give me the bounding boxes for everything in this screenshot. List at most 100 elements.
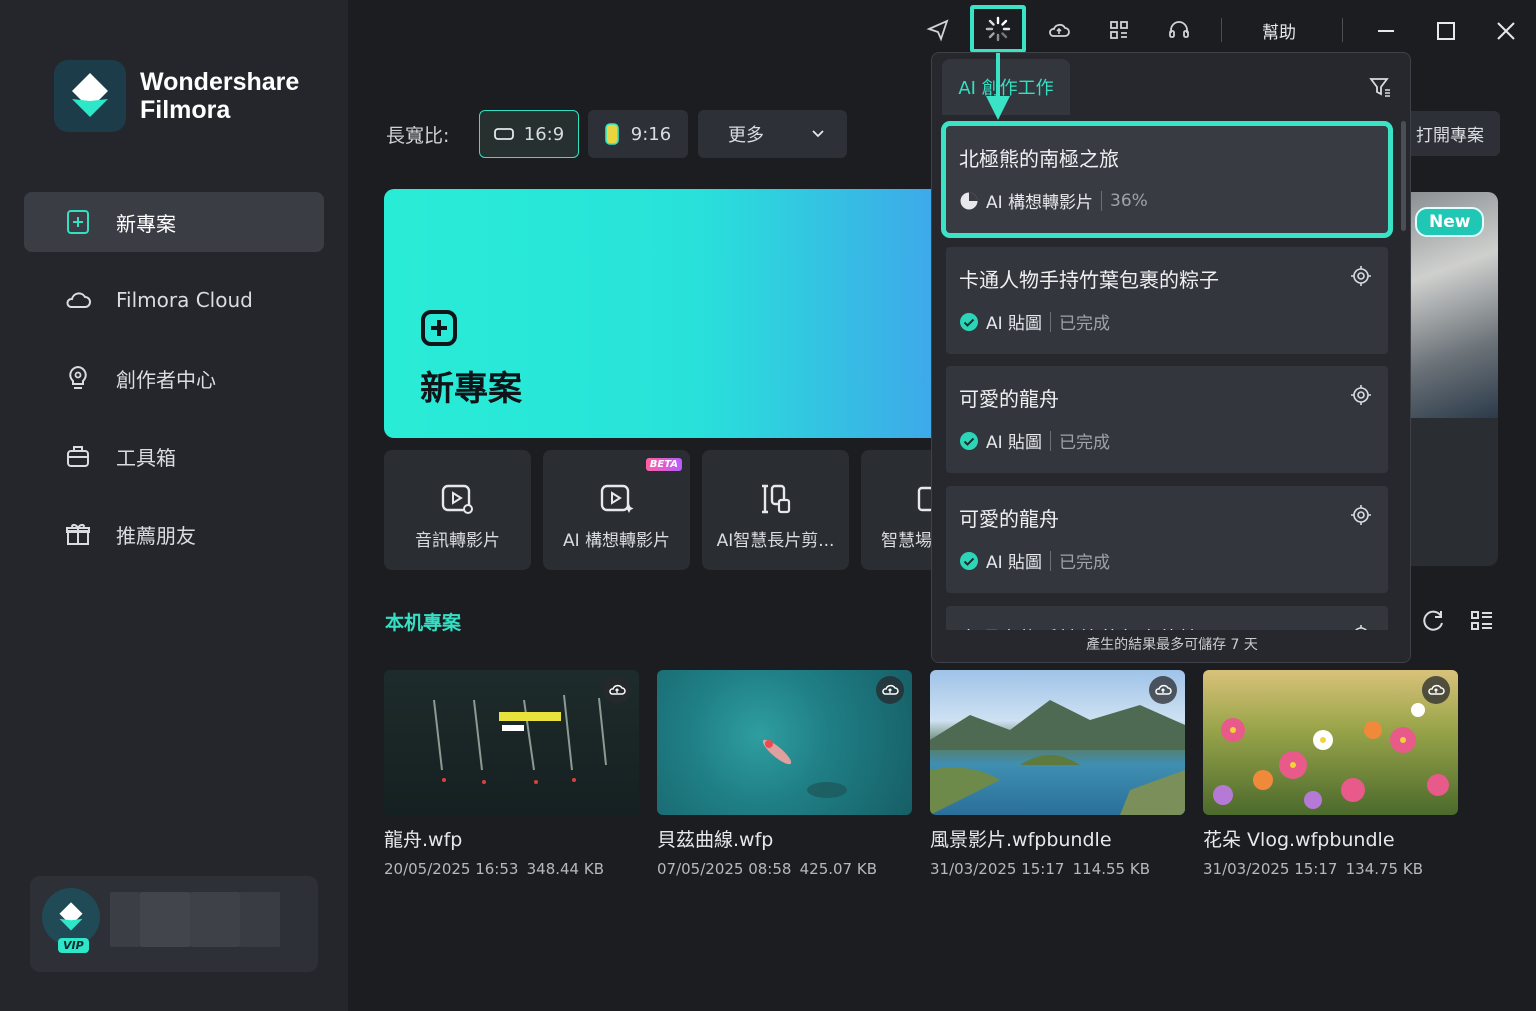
tool-label: 音訊轉影片 <box>415 531 500 551</box>
project-card[interactable]: 龍舟.wfp 20/05/2025 16:53 348.44 KB <box>384 670 639 878</box>
blurred-username-part <box>140 892 190 947</box>
add-project-icon <box>421 310 457 346</box>
vip-badge: VIP <box>58 938 89 953</box>
ai-idea-to-video-icon <box>600 484 633 513</box>
project-card[interactable]: 貝茲曲線.wfp 07/05/2025 08:58 425.07 KB <box>657 670 912 878</box>
project-card[interactable]: 花朵 Vlog.wfpbundle 31/03/2025 15:17 134.75… <box>1203 670 1458 878</box>
popup-scrollbar[interactable] <box>1401 121 1406 231</box>
ai-task-item[interactable]: 可愛的龍舟 AI 貼圖 已完成 <box>946 486 1388 593</box>
tool-audio-to-video[interactable]: 音訊轉影片 <box>384 450 531 570</box>
maximize-button[interactable] <box>1431 16 1461 46</box>
dragon-boat-thumbnail-art <box>433 694 607 784</box>
locate-icon[interactable] <box>1350 504 1372 526</box>
sidebar-item-cloud[interactable]: Filmora Cloud <box>24 270 324 330</box>
ai-tasks-button[interactable] <box>970 5 1026 53</box>
refresh-icon[interactable] <box>1420 608 1446 634</box>
project-name: 風景影片.wfpbundle <box>930 829 1112 851</box>
open-project-button[interactable]: 打開專案 <box>1400 111 1500 156</box>
sidebar-item-label: 創作者中心 <box>116 367 216 392</box>
tool-smart-scene[interactable]: 智慧場 <box>861 450 936 570</box>
progress-pie-icon <box>960 192 978 209</box>
help-menu[interactable]: 幫助 <box>1262 18 1296 43</box>
project-size: 425.07 KB <box>799 860 877 878</box>
project-date: 07/05/2025 08:58 <box>657 860 792 878</box>
project-thumbnail[interactable] <box>384 670 639 815</box>
chevron-down-icon <box>812 130 824 138</box>
minimize-icon <box>1378 30 1394 32</box>
blurred-username-part <box>190 892 240 947</box>
locate-icon[interactable] <box>1350 384 1372 406</box>
project-thumbnail[interactable] <box>1203 670 1458 815</box>
locate-icon[interactable] <box>1350 265 1372 287</box>
cloud-upload-icon <box>1155 684 1172 695</box>
swimmer-thumbnail-art <box>762 739 847 798</box>
aspect-more-dropdown[interactable]: 更多 <box>698 110 847 158</box>
hero-title: 新專案 <box>420 369 522 409</box>
brand-line1: Wondershare <box>140 68 300 96</box>
cloud-upload-button[interactable] <box>603 676 631 704</box>
annotation-arrow-head <box>986 96 1010 120</box>
user-card[interactable]: VIP <box>30 876 318 972</box>
task-title: 可愛的龍舟 <box>959 507 1059 531</box>
filmora-avatar-icon <box>59 902 83 931</box>
promo-card[interactable] <box>1410 192 1498 566</box>
gift-icon <box>66 524 90 545</box>
cloud-upload-button[interactable] <box>876 676 904 704</box>
cloud-upload-button[interactable] <box>1149 676 1177 704</box>
project-name: 貝茲曲線.wfp <box>657 829 774 851</box>
audio-to-video-icon <box>441 484 473 514</box>
tool-ai-long-video-cut[interactable]: AI智慧長片剪... <box>702 450 849 570</box>
topbar-divider <box>1221 18 1222 42</box>
project-date: 20/05/2025 16:53 <box>384 860 519 878</box>
share-icon[interactable] <box>922 14 954 46</box>
cloud-upload-icon[interactable] <box>1043 14 1075 46</box>
headset-support-icon[interactable] <box>1163 14 1195 46</box>
topbar-divider <box>1342 18 1343 42</box>
blurred-username <box>110 892 140 947</box>
aspect-9-16-button[interactable]: 9:16 <box>588 110 688 158</box>
check-circle-icon <box>960 551 978 570</box>
apps-grid-icon[interactable] <box>1103 14 1135 46</box>
aspect-option-label: 9:16 <box>630 123 672 145</box>
project-card[interactable]: 風景影片.wfpbundle 31/03/2025 15:17 114.55 KB <box>930 670 1185 878</box>
project-date: 31/03/2025 15:17 <box>930 860 1065 878</box>
sidebar-item-toolbox[interactable]: 工具箱 <box>24 426 324 486</box>
project-thumbnail[interactable] <box>657 670 912 815</box>
task-status: 已完成 <box>1059 314 1111 334</box>
brand-line2: Filmora <box>140 96 231 124</box>
new-project-card[interactable]: 新專案 <box>384 189 944 438</box>
minimize-button[interactable] <box>1371 16 1401 46</box>
project-thumbnail[interactable] <box>930 670 1185 815</box>
task-type: AI 貼圖 <box>986 553 1043 573</box>
ai-task-item[interactable]: 卡通人物手持竹葉包裹的粽子 AI 貼圖 已完成 <box>946 247 1388 354</box>
task-status: 已完成 <box>1059 553 1111 573</box>
task-status: 已完成 <box>1059 433 1111 453</box>
sidebar-item-label: 推薦朋友 <box>116 523 196 548</box>
toolbox-icon <box>67 446 89 467</box>
task-progress: 36% <box>1110 190 1148 211</box>
tool-ai-idea-to-video[interactable]: BETA AI 構想轉影片 <box>543 450 690 570</box>
project-size: 114.55 KB <box>1072 860 1150 878</box>
filmora-logo-icon <box>54 60 126 132</box>
aspect-16-9-button[interactable]: 16:9 <box>479 110 579 158</box>
sidebar-item-creator-hub[interactable]: 創作者中心 <box>24 348 324 408</box>
landscape-thumbnail-art <box>930 700 1185 815</box>
new-badge: New <box>1415 207 1485 237</box>
close-button[interactable] <box>1491 16 1521 46</box>
list-view-icon[interactable] <box>1469 608 1495 634</box>
tool-label: 智慧場 <box>881 531 932 551</box>
sidebar-item-refer[interactable]: 推薦朋友 <box>24 504 324 564</box>
ai-task-item[interactable]: 北極熊的南極之旅 AI 構想轉影片 36% <box>941 121 1393 238</box>
cloud-upload-icon <box>882 684 899 695</box>
cloud-icon <box>66 292 91 308</box>
local-projects-title: 本机專案 <box>385 612 462 634</box>
tool-label: AI智慧長片剪... <box>716 531 835 551</box>
ai-task-item[interactable]: 可愛的龍舟 AI 貼圖 已完成 <box>946 366 1388 473</box>
filter-icon[interactable] <box>1368 75 1392 99</box>
project-date: 31/03/2025 15:17 <box>1203 860 1338 878</box>
project-size: 134.75 KB <box>1345 860 1423 878</box>
aspect-ratio-label: 長寬比: <box>386 125 450 147</box>
cloud-upload-button[interactable] <box>1422 676 1450 704</box>
sidebar-item-new-project[interactable]: 新專案 <box>24 192 324 252</box>
aspect-option-label: 16:9 <box>523 123 565 145</box>
